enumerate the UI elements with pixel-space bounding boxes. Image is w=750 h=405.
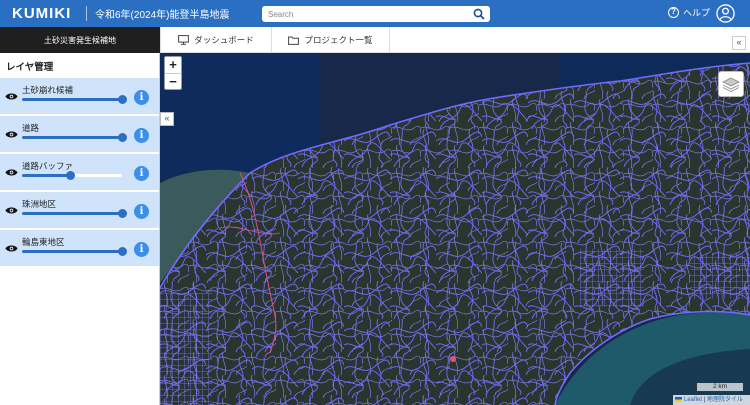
monitor-icon (178, 35, 190, 45)
eye-icon[interactable] (5, 168, 18, 177)
opacity-slider[interactable] (22, 247, 127, 256)
flag-icon (675, 396, 682, 402)
layer-name: 珠洲地区 (22, 199, 57, 209)
gsi-tiles-link[interactable]: 地理院タイル (707, 397, 743, 403)
eye-icon[interactable] (5, 130, 18, 139)
layer-item-roads: 道路 i (0, 116, 159, 153)
satellite-map (160, 53, 750, 405)
opacity-slider[interactable] (22, 209, 127, 218)
zoom-out-button[interactable]: − (165, 73, 181, 89)
folder-icon (288, 36, 300, 45)
zoom-in-button[interactable]: + (165, 57, 181, 73)
brand-divider (86, 6, 87, 21)
tab-projects[interactable]: プロジェクト一覧 (272, 27, 390, 53)
search-box (262, 6, 490, 22)
scale-bar: 2 km (696, 383, 744, 392)
search-icon[interactable] (473, 8, 485, 20)
zoom-control: + − (164, 56, 182, 90)
layer-panel-title: レイヤ管理 (6, 62, 54, 73)
layer-item-road-buffer: 道路バッファ i (0, 154, 159, 191)
tab-dashboard[interactable]: ダッシュボード (160, 27, 272, 53)
layer-panel: レイヤ管理 土砂崩れ候補 i 道路 i 道路バッファ i 珠洲地区 i 輪島東地… (0, 53, 160, 405)
layer-name: 土砂崩れ候補 (22, 85, 74, 95)
help-icon: ? (668, 7, 679, 18)
map-attribution: Leaflet | 地理院タイル (673, 395, 750, 405)
info-icon[interactable]: i (134, 242, 149, 257)
layers-icon (722, 77, 740, 92)
layer-name: 道路 (22, 123, 40, 133)
layer-name: 輪島東地区 (22, 237, 65, 247)
layer-item-landslide: 土砂崩れ候補 i (0, 78, 159, 115)
search-input[interactable] (268, 7, 473, 21)
brand-logo[interactable]: KUMIKI (12, 5, 86, 22)
eye-icon[interactable] (5, 244, 18, 253)
eye-icon[interactable] (5, 206, 18, 215)
layer-item-suzu: 珠洲地区 i (0, 192, 159, 229)
info-icon[interactable]: i (134, 128, 149, 143)
collapse-header-button[interactable]: « (732, 36, 746, 50)
info-icon[interactable]: i (134, 204, 149, 219)
tab-projects-label: プロジェクト一覧 (304, 35, 373, 45)
info-icon[interactable]: i (134, 90, 149, 105)
help-label: ヘルプ (683, 8, 711, 18)
tab-dashboard-label: ダッシュボード (194, 35, 254, 45)
info-icon[interactable]: i (134, 166, 149, 181)
opacity-slider[interactable] (22, 171, 122, 180)
eye-icon[interactable] (5, 92, 18, 101)
layer-item-wajima-east: 輪島東地区 i (0, 230, 159, 267)
layer-name: 道路バッファ (22, 161, 74, 171)
area-tab[interactable]: 土砂災害発生候補地 (0, 27, 160, 53)
help-link[interactable]: ? ヘルプ (668, 6, 710, 19)
map-canvas[interactable] (160, 53, 750, 405)
sub-navigation: 土砂災害発生候補地 ダッシュボード プロジェクト一覧 (0, 27, 750, 53)
user-avatar-icon[interactable] (716, 4, 735, 23)
leaflet-link[interactable]: Leaflet (684, 397, 702, 403)
app-title: 令和6年(2024年)能登半島地震 (95, 10, 230, 21)
collapse-sidebar-button[interactable]: « (160, 112, 174, 126)
opacity-slider[interactable] (22, 133, 127, 142)
opacity-slider[interactable] (22, 95, 127, 104)
layers-button[interactable] (718, 71, 744, 97)
attribution-separator: | (703, 397, 706, 403)
